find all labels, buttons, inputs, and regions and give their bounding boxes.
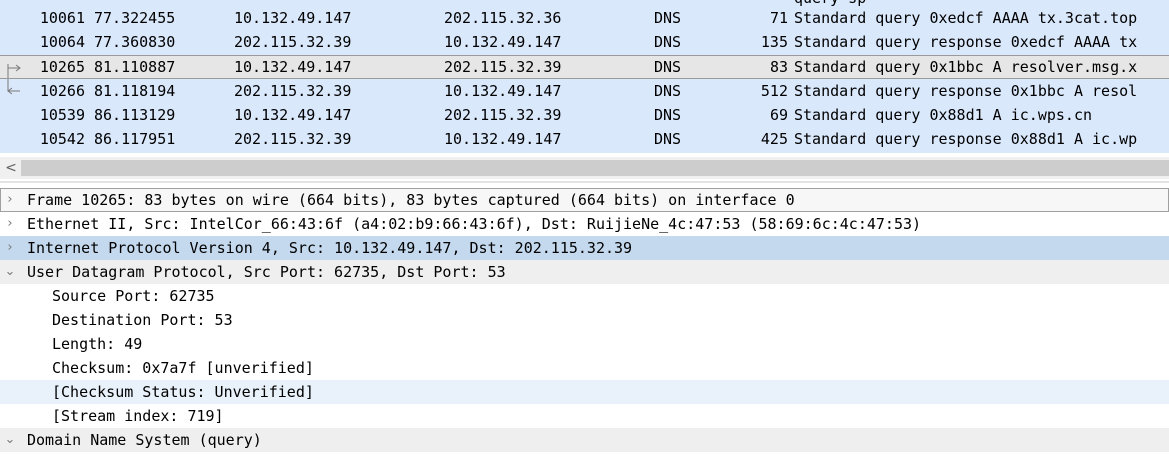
tree-item-label: User Datagram Protocol, Src Port: 62735,… <box>27 263 506 281</box>
tree-item-udp[interactable]: ⌄ User Datagram Protocol, Src Port: 6273… <box>0 260 1169 284</box>
packet-row[interactable]: 10539 86.113129 10.132.49.147 202.115.32… <box>0 103 1169 127</box>
packet-time: 81.110887 <box>94 58 176 76</box>
tree-item-frame[interactable]: › Frame 10265: 83 bytes on wire (664 bit… <box>0 188 1169 212</box>
tree-item-label: Destination Port: 53 <box>52 311 233 329</box>
chevron-down-icon[interactable]: ⌄ <box>2 260 18 284</box>
scrollbar-thumb[interactable] <box>21 160 1169 176</box>
packet-protocol: DNS <box>654 33 682 51</box>
packet-protocol: DNS <box>654 106 682 124</box>
packet-info: Standard query 0xedcf AAAA tx.3cat.top <box>794 9 1138 27</box>
tree-item-label: [Checksum Status: Unverified] <box>52 383 314 401</box>
packet-details-tree[interactable]: › Frame 10265: 83 bytes on wire (664 bit… <box>0 188 1169 455</box>
tree-item-label: Source Port: 62735 <box>52 287 215 305</box>
tree-item-label: Checksum: 0x7a7f [unverified] <box>52 359 314 377</box>
packet-source: 202.115.32.39 <box>234 82 352 100</box>
packet-number: 10542 <box>39 130 85 148</box>
packet-length: 512 <box>760 82 788 100</box>
packet-protocol: DNS <box>654 9 682 27</box>
pane-splitter[interactable] <box>0 181 1169 183</box>
packet-protocol: DNS <box>654 130 682 148</box>
tree-item-checksum[interactable]: Checksum: 0x7a7f [unverified] <box>0 356 1169 380</box>
packet-info: Standard query response 0x88d1 A ic.wp <box>794 130 1138 148</box>
tree-item-ipv4[interactable]: › Internet Protocol Version 4, Src: 10.1… <box>0 236 1169 260</box>
packet-source: 202.115.32.39 <box>234 33 352 51</box>
packet-protocol: DNS <box>654 58 682 76</box>
packet-row[interactable]: 10061 77.322455 10.132.49.147 202.115.32… <box>0 6 1169 30</box>
packet-length: 83 <box>769 58 788 76</box>
packet-row[interactable]: 10064 77.360830 202.115.32.39 10.132.49.… <box>0 30 1169 54</box>
tree-item-destination-port[interactable]: Destination Port: 53 <box>0 308 1169 332</box>
packet-time: 86.113129 <box>94 106 176 124</box>
tree-item-length[interactable]: Length: 49 <box>0 332 1169 356</box>
packet-row[interactable]: 10266 81.118194 202.115.32.39 10.132.49.… <box>0 79 1169 103</box>
horizontal-scrollbar[interactable]: < <box>0 157 1169 179</box>
packet-destination: 202.115.32.36 <box>444 9 562 27</box>
packet-length: 135 <box>760 33 788 51</box>
packet-length: 71 <box>769 9 788 27</box>
packet-destination: 202.115.32.39 <box>444 58 562 76</box>
tree-item-label: Length: 49 <box>52 335 143 353</box>
packet-time: 77.322455 <box>94 9 176 27</box>
scroll-left-icon[interactable]: < <box>3 157 19 179</box>
chevron-right-icon[interactable]: › <box>2 212 18 236</box>
packet-number: 10265 <box>39 58 85 76</box>
tree-item-label: [Stream index: 719] <box>52 407 224 425</box>
tree-item-label: Domain Name System (query) <box>27 431 262 449</box>
packet-number: 10539 <box>39 106 85 124</box>
tree-item-label: Frame 10265: 83 bytes on wire (664 bits)… <box>27 191 795 209</box>
packet-source: 10.132.49.147 <box>234 106 352 124</box>
chevron-down-icon[interactable]: ⌄ <box>2 428 18 452</box>
packet-length: 69 <box>769 106 788 124</box>
chevron-right-icon[interactable]: › <box>2 188 18 212</box>
packet-info: Standard query 0x1bbc A resolver.msg.x <box>794 58 1138 76</box>
tree-item-checksum-status[interactable]: [Checksum Status: Unverified] <box>0 380 1169 404</box>
packet-destination: 10.132.49.147 <box>444 130 562 148</box>
packet-time: 86.117951 <box>94 130 176 148</box>
packet-list[interactable]: query sp 10061 77.322455 10.132.49.147 2… <box>0 0 1169 153</box>
packet-time: 77.360830 <box>94 33 176 51</box>
packet-info: Standard query response 0xedcf AAAA tx <box>794 33 1138 51</box>
packet-source: 202.115.32.39 <box>234 130 352 148</box>
tree-item-ethernet[interactable]: › Ethernet II, Src: IntelCor_66:43:6f (a… <box>0 212 1169 236</box>
packet-number: 10064 <box>39 33 85 51</box>
tree-item-stream-index[interactable]: [Stream index: 719] <box>0 404 1169 428</box>
tree-item-label: Internet Protocol Version 4, Src: 10.132… <box>27 239 633 257</box>
packet-info: Standard query 0x88d1 A ic.wps.cn <box>794 106 1093 124</box>
chevron-right-icon[interactable]: › <box>2 236 18 260</box>
packet-row-selected[interactable]: 10265 81.110887 10.132.49.147 202.115.32… <box>0 55 1169 79</box>
packet-destination: 10.132.49.147 <box>444 82 562 100</box>
packet-number: 10061 <box>39 9 85 27</box>
tree-item-label: Ethernet II, Src: IntelCor_66:43:6f (a4:… <box>27 215 922 233</box>
packet-destination: 10.132.49.147 <box>444 33 562 51</box>
packet-info: Standard query response 0x1bbc A resol <box>794 82 1138 100</box>
packet-source: 10.132.49.147 <box>234 58 352 76</box>
packet-protocol: DNS <box>654 82 682 100</box>
tree-item-dns[interactable]: ⌄ Domain Name System (query) <box>0 428 1169 452</box>
packet-row[interactable]: 10542 86.117951 202.115.32.39 10.132.49.… <box>0 127 1169 151</box>
packet-time: 81.118194 <box>94 82 176 100</box>
packet-number: 10266 <box>39 82 85 100</box>
packet-length: 425 <box>760 130 788 148</box>
packet-destination: 202.115.32.39 <box>444 106 562 124</box>
tree-item-source-port[interactable]: Source Port: 62735 <box>0 284 1169 308</box>
packet-source: 10.132.49.147 <box>234 9 352 27</box>
